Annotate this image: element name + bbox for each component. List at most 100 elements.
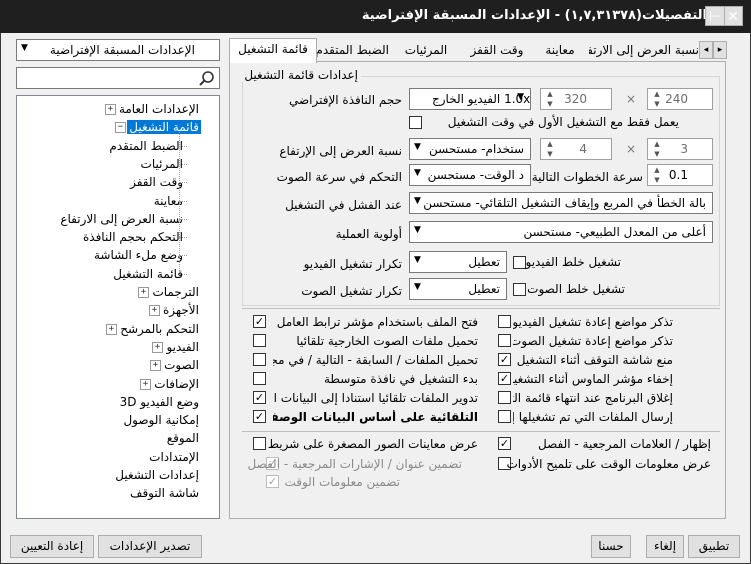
spin-up-icon[interactable]: ▲ — [650, 165, 664, 175]
right-check-2[interactable]: ✓ — [498, 353, 511, 366]
tree-item-label: التحكم بحجم النافذة — [82, 230, 183, 245]
tree-item-label: الإعدادات العامة — [118, 102, 199, 116]
cancel-button[interactable]: إلغاء — [646, 535, 684, 558]
pin-icon[interactable]: ⊣ — [705, 6, 725, 26]
aspect-value: ستخدام- مستحسن — [429, 142, 524, 156]
spin-up-icon[interactable]: ▲ — [650, 89, 664, 99]
spin-down-icon[interactable]: ▼ — [650, 175, 664, 185]
right-check-0[interactable] — [498, 315, 511, 328]
spin-up-icon[interactable]: ▲ — [543, 139, 557, 149]
tree-subitem[interactable]: قائمة التشغيل — [111, 265, 185, 283]
tree-subitem[interactable]: الضبط المتقدم — [107, 137, 185, 155]
repeat-audio-combo[interactable]: تعطيل ▼ — [409, 278, 507, 300]
bookmarks-checkbox[interactable]: ✓ — [498, 437, 511, 450]
aspect-x-spinner[interactable]: 4 ▲ ▼ — [540, 138, 612, 160]
expand-icon[interactable]: + — [106, 323, 117, 335]
tree-item[interactable]: وضع الفيديو 3D — [118, 393, 201, 411]
expand-icon[interactable]: + — [138, 287, 149, 298]
left-check-2[interactable] — [253, 353, 266, 366]
tab-5[interactable]: نسبة العرض إلى الارتفاع — [589, 40, 699, 61]
expand-icon[interactable]: + — [152, 341, 163, 353]
tree-item-label: الموقع — [166, 431, 199, 446]
fail-label: عند الفشل في التشغيل — [285, 198, 402, 212]
tab-scroll-left[interactable]: ◂ — [699, 41, 713, 59]
tree-item[interactable]: إعدادات التشغيل — [113, 466, 201, 484]
tree-item[interactable]: شاشة التوقف — [128, 484, 201, 502]
right-check-4[interactable] — [498, 391, 511, 404]
tree-item[interactable]: الأجهزة — [161, 301, 201, 319]
priority-combo[interactable]: أعلى من المعدل الطبيعي- مستحسن ▼ — [409, 221, 713, 243]
right-check-1[interactable] — [498, 334, 511, 347]
spin-up-icon[interactable]: ▲ — [543, 89, 557, 99]
export-settings-button[interactable]: تصدير الإعدادات — [98, 535, 202, 558]
left-check-3[interactable] — [253, 372, 266, 385]
tree-item[interactable]: قائمة التشغيل — [127, 118, 201, 136]
left-check-1[interactable] — [253, 334, 266, 347]
tree-subitem[interactable]: التحكم بحجم النافذة — [81, 228, 185, 246]
aspect-combo[interactable]: ستخدام- مستحسن ▼ — [409, 138, 531, 160]
tree-line — [179, 255, 187, 257]
tree-subitem[interactable]: نسبة العرض إلى الارتفاع — [58, 210, 185, 228]
spin-up-icon[interactable]: ▲ — [650, 139, 664, 149]
right-check-3[interactable]: ✓ — [498, 372, 511, 385]
tab-0[interactable]: قائمة التشغيل — [229, 38, 317, 63]
steps-value: 0.1 — [668, 168, 688, 182]
window-size-combo[interactable]: 1.0x الفيديو الخارج ▼ — [409, 88, 531, 110]
fail-combo[interactable]: بالة الخطأ في المربع وإيقاف التشغيل التل… — [409, 192, 713, 214]
tab-scroll-right[interactable]: ▸ — [713, 41, 727, 59]
thumbs-checkbox[interactable] — [253, 437, 266, 450]
tree-item[interactable]: الفيديو — [164, 338, 201, 356]
spin-down-icon[interactable]: ▼ — [543, 149, 557, 159]
preset-combo[interactable]: الإعدادات المسبقة الإفتراضية ▼ — [16, 39, 220, 61]
reset-button[interactable]: إعادة التعيين — [10, 535, 94, 558]
ok-button[interactable]: حسنا — [591, 535, 631, 558]
spin-down-icon[interactable]: ▼ — [650, 149, 664, 159]
spin-down-icon[interactable]: ▼ — [650, 99, 664, 109]
search-input[interactable] — [17, 68, 197, 88]
close-icon[interactable]: ✕ — [723, 6, 743, 26]
speed-label: التحكم في سرعة الصوت — [276, 170, 402, 184]
tree-item[interactable]: إمكانية الوصول — [121, 411, 201, 429]
aspect-y-spinner[interactable]: 3 ▲ ▼ — [647, 138, 713, 160]
tree-subitem[interactable]: وضع ملء الشاشة — [92, 246, 185, 264]
expand-icon[interactable]: + — [140, 378, 151, 390]
right-check-5[interactable] — [498, 410, 511, 423]
tree-item-label: الأجهزة — [162, 303, 199, 318]
first-only-checkbox[interactable] — [409, 116, 422, 129]
priority-value: أعلى من المعدل الطبيعي- مستحسن — [523, 225, 706, 239]
chevron-down-icon: ▼ — [414, 142, 421, 152]
tab-4[interactable]: معاينة — [533, 40, 587, 61]
left-check-5[interactable]: ✓ — [253, 410, 266, 423]
expand-icon[interactable]: + — [149, 305, 160, 317]
shuffle-video-checkbox[interactable] — [513, 256, 526, 269]
tab-1[interactable]: الضبط المتقدم — [317, 40, 389, 61]
expand-icon[interactable]: + — [150, 360, 161, 372]
left-check-4[interactable]: ✓ — [253, 391, 266, 404]
tab-3[interactable]: وقت القفز — [463, 40, 531, 61]
left-check-0[interactable]: ✓ — [253, 315, 266, 328]
apply-button[interactable]: تطبيق — [688, 535, 740, 558]
left-check-label: تدوير الملفات تلقائيا استنادا إلى البيان… — [273, 391, 478, 405]
width-spinner[interactable]: 320 ▲ ▼ — [540, 88, 612, 110]
tree-item[interactable]: الصوت — [162, 356, 201, 374]
collapse-icon[interactable]: − — [115, 122, 126, 134]
steps-spinner[interactable]: 0.1 ▲ ▼ — [647, 164, 713, 186]
right-check-label: إرسال الملفات التي تم تشغيلها إلى سلة... — [513, 410, 673, 424]
tab-2[interactable]: المرئيات — [391, 40, 461, 61]
tree-item[interactable]: الموقع — [165, 429, 201, 447]
tree-item[interactable]: الترجمات — [150, 283, 201, 301]
tree-item[interactable]: الإمتدادات — [147, 448, 201, 466]
tree-item[interactable]: الإعدادات العامة — [117, 100, 201, 118]
times-sign: × — [626, 92, 637, 106]
shuffle-audio-checkbox[interactable] — [513, 283, 526, 296]
height-spinner[interactable]: 240 ▲ ▼ — [647, 88, 713, 110]
tree-item[interactable]: التحكم بالمرشح — [118, 320, 201, 338]
expand-icon[interactable]: + — [105, 104, 116, 115]
repeat-video-combo[interactable]: تعطيل ▼ — [409, 251, 507, 273]
spin-down-icon[interactable]: ▼ — [543, 99, 557, 109]
include-time-checkbox[interactable]: ✓ — [266, 475, 279, 488]
tree-item[interactable]: الإضافات — [152, 375, 201, 393]
speed-combo[interactable]: د الوقت- مستحسن ▼ — [409, 164, 531, 186]
search-icon[interactable] — [198, 70, 216, 87]
tree-subitem[interactable]: وقت القفز — [128, 173, 185, 191]
